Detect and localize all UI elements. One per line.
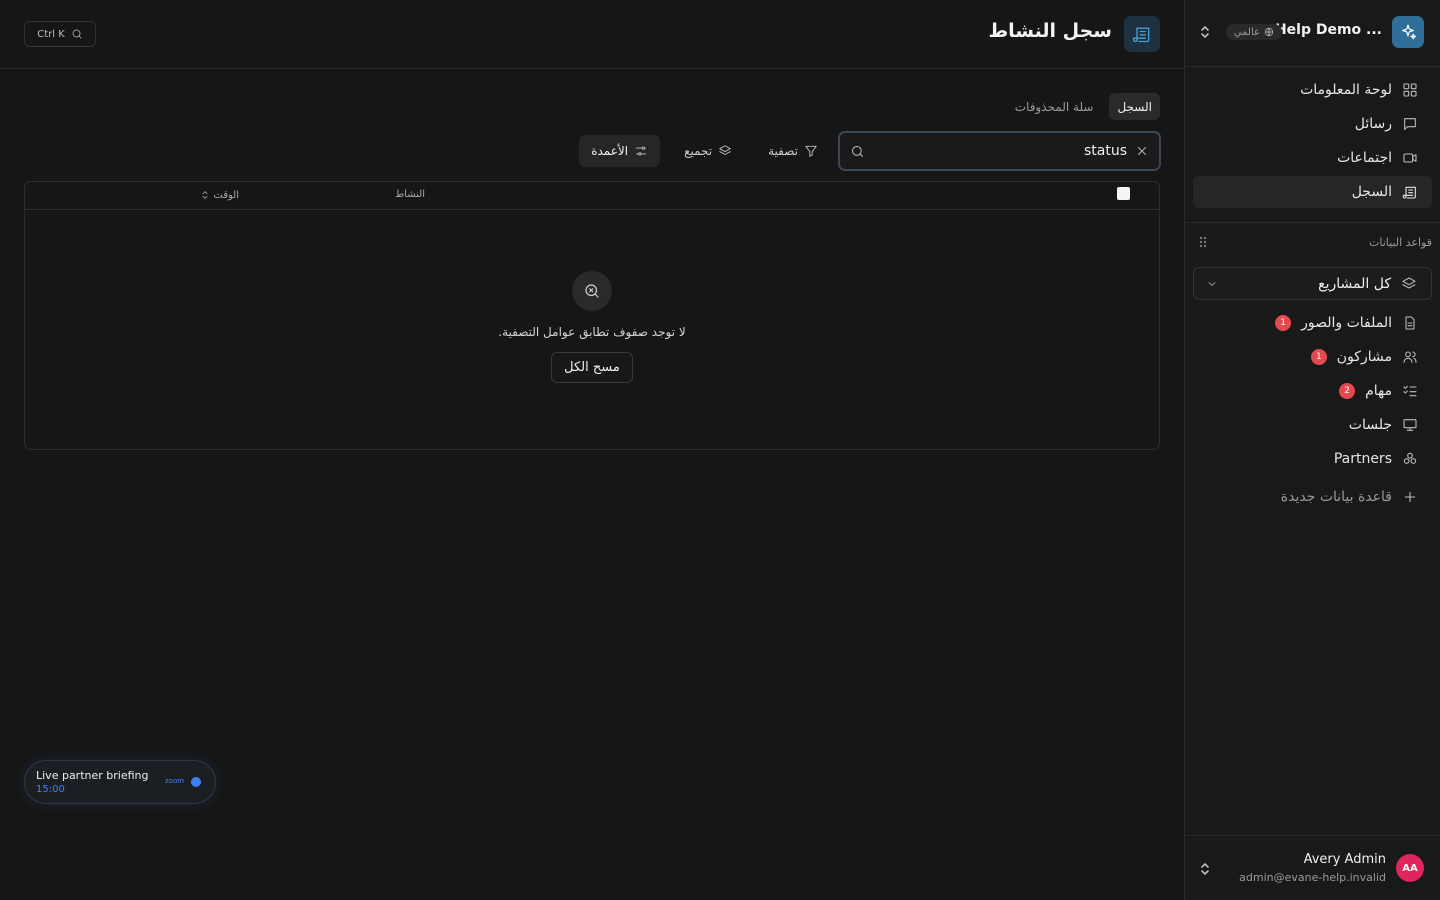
search-input[interactable] [887,141,1127,161]
nav-item-label: لوحة المعلومات [1300,82,1392,98]
workspace-name: Help Demo ... [1274,22,1382,38]
workspace-logo [1392,16,1424,48]
group-button[interactable]: تجميع [672,135,744,167]
layers-icon [1402,276,1416,289]
database-item-label: الملفات والصور [1301,315,1392,331]
search-field [838,131,1161,171]
live-indicator [191,777,201,787]
meeting-time: 15:00 [36,784,65,795]
search-icon [850,144,865,159]
chevron-down-icon [1208,282,1216,286]
table-toolbar: تصفية تجميع الأعمدة [579,135,830,167]
shortcut-label: Ctrl K [37,28,65,40]
filter-label: تصفية [768,144,798,158]
chevrons-up-down-icon[interactable] [1199,24,1211,40]
database-item-tasks[interactable]: مهام 2 [1193,374,1432,408]
main-nav: لوحة المعلومات رسائل اجتماعات السجل [1193,74,1432,210]
meeting-widget[interactable]: Live partner briefing 15:00 zoom [24,760,216,804]
filter-icon [805,145,817,157]
presentation-icon [1403,419,1417,431]
database-item-files[interactable]: الملفات والصور 1 [1193,306,1432,340]
count-badge: 1 [1275,315,1292,331]
select-all-checkbox[interactable] [1117,187,1130,200]
users-icon [1403,351,1417,363]
nav-item-dashboard[interactable]: لوحة المعلومات [1193,74,1432,106]
columns-label: الأعمدة [591,144,629,158]
log-icon [1402,186,1416,199]
zoom-logo: zoom [165,777,185,785]
workspace-header[interactable]: Help Demo ... عالمي [1185,0,1440,67]
database-item-label: مهام [1365,383,1392,399]
file-icon [1405,316,1415,330]
main-content: سجل النشاط Ctrl K السجل سلة المحذوفات تص… [0,0,1184,900]
columns-button[interactable]: الأعمدة [579,135,661,167]
tabs: السجل سلة المحذوفات [1007,93,1160,120]
database-item-label: مشاركون [1336,349,1392,365]
tasks-icon [1403,385,1417,397]
activity-table: النشاط الوقت لا توجد صفوف تطابق عوامل ال… [24,181,1160,450]
group-label: تجميع [684,144,713,158]
sidebar: Help Demo ... عالمي لوحة المعلومات رسائل… [1184,0,1440,900]
nav-item-label: رسائل [1354,116,1392,132]
column-header-time[interactable]: الوقت [201,189,239,201]
table-header: النشاط الوقت [25,182,1159,210]
nav-item-log[interactable]: السجل [1193,176,1432,208]
search-x-icon [572,271,612,311]
video-icon [1403,153,1417,163]
command-search-button[interactable]: Ctrl K [24,21,96,47]
scope-badge: عالمي [1225,24,1282,40]
search-icon [72,29,82,39]
partners-icon [1403,452,1417,464]
count-badge: 1 [1310,349,1327,365]
database-item-participants[interactable]: مشاركون 1 [1193,340,1432,374]
user-name: Avery Admin [1303,852,1386,867]
empty-state-text: لا توجد صفوف تطابق عوامل التصفية. [498,325,686,339]
layers-icon [719,145,731,155]
globe-icon [1264,27,1274,37]
databases-section-title: قواعد البيانات [1369,236,1432,249]
empty-state: لا توجد صفوف تطابق عوامل التصفية. مسح ال… [25,271,1159,383]
sort-icon [202,191,208,199]
meeting-title: Live partner briefing [36,769,149,782]
database-item-label: جلسات [1348,417,1392,433]
count-badge: 2 [1339,383,1356,399]
new-database-label: قاعدة بيانات جديدة [1280,489,1392,505]
chevrons-up-down-icon[interactable] [1199,861,1211,877]
nav-item-label: اجتماعات [1337,150,1392,166]
avatar: AA [1396,854,1424,882]
dashboard-icon [1403,83,1417,97]
nav-item-meetings[interactable]: اجتماعات [1193,142,1432,174]
sliders-icon [635,146,647,156]
nav-item-label: السجل [1351,184,1392,200]
database-list: الملفات والصور 1 مشاركون 1 مهام 2 جلسات … [1193,306,1432,514]
log-icon [1124,16,1160,52]
new-database-button[interactable]: قاعدة بيانات جديدة [1193,480,1432,514]
topbar: سجل النشاط Ctrl K [0,0,1184,69]
column-header-label: الوقت [213,189,239,201]
scope-badge-label: عالمي [1233,26,1260,38]
divider [1185,222,1440,223]
user-menu[interactable]: AA Avery Admin admin@evane-help.invalid [1185,835,1440,900]
database-item-partners[interactable]: Partners [1193,442,1432,476]
drag-handle-icon[interactable] [1199,236,1207,248]
tab-trash[interactable]: سلة المحذوفات [1007,93,1102,120]
column-header-activity[interactable]: النشاط [395,189,425,200]
user-email: admin@evane-help.invalid [1239,871,1386,884]
page-title: سجل النشاط [988,20,1112,42]
database-item-sessions[interactable]: جلسات [1193,408,1432,442]
tab-log[interactable]: السجل [1109,93,1160,120]
close-icon[interactable] [1135,144,1149,158]
nav-item-messages[interactable]: رسائل [1193,108,1432,140]
project-select[interactable]: كل المشاريع [1193,267,1432,300]
plus-icon [1404,491,1416,503]
database-item-label: Partners [1333,451,1392,467]
message-icon [1404,118,1416,130]
project-select-value: كل المشاريع [1318,275,1391,292]
filter-button[interactable]: تصفية [756,135,830,167]
clear-all-button[interactable]: مسح الكل [551,352,633,383]
